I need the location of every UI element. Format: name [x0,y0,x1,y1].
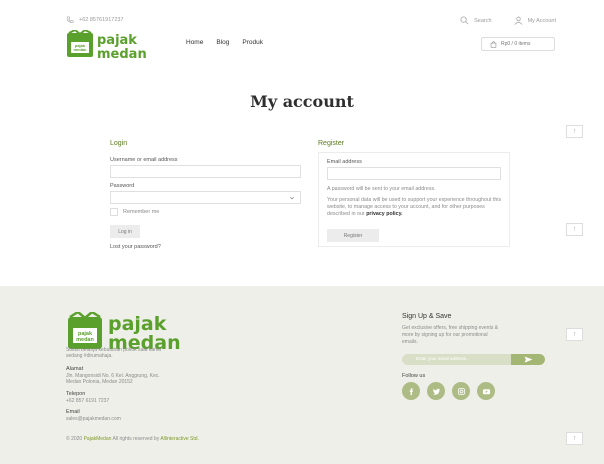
password-note: A password will be sent to your email ad… [327,186,436,192]
user-icon [514,16,522,25]
nav-blog[interactable]: Blog [216,39,229,46]
instagram-button[interactable] [452,382,470,400]
password-label: Password [110,183,135,189]
footer-phone[interactable]: +62 857 6191 7237 [66,398,109,405]
address-line-2: Medan Polonia, Medan 20152 [66,379,133,385]
newsletter-email-input[interactable]: Enter your email address... [416,356,470,361]
copyright: © 2020 PajakMedan All rights reserved by… [66,436,199,442]
copyright-prefix: © 2020 [66,436,83,442]
register-title: Register [318,140,345,147]
scroll-top-button[interactable]: ↑ [566,432,583,445]
privacy-notice: Your personal data will be used to suppo… [327,197,505,218]
email-label: Email address [327,159,362,165]
send-icon [524,356,532,363]
signup-title: Sign Up & Save [402,313,452,320]
youtube-button[interactable] [477,382,495,400]
phone-heading: Telepon [66,391,86,397]
arrow-up-icon: ↑ [572,226,577,233]
basket-icon: pajak medan [67,30,93,57]
top-bar: +62 85761917237 Search My Account [0,0,604,28]
chevron-down-icon[interactable] [289,195,295,201]
password-input[interactable] [110,191,301,204]
arrow-up-icon: ↑ [572,435,577,442]
footer-tagline-line-2: sedang #dirumahaja. [66,353,113,359]
follow-heading: Follow us [402,373,426,379]
twitter-button[interactable] [427,382,445,400]
arrow-up-icon: ↑ [572,331,577,338]
nav-home[interactable]: Home [186,39,203,46]
instagram-icon [457,387,465,395]
logo-word-pajak: pajak [97,33,137,48]
signup-text-line-2: more by signing up for our promotional [402,332,488,338]
lost-password-link[interactable]: Lost your password? [110,244,161,250]
scroll-top-button[interactable]: ↑ [566,328,583,341]
page-title: My account [250,92,354,111]
facebook-icon [409,387,413,395]
main-nav: Home Blog Produk [186,39,263,46]
username-input[interactable] [110,165,301,178]
copyright-company-link[interactable]: Allinteractive Std. [160,436,199,442]
cart-button[interactable]: Rp0 / 0 items [481,37,555,51]
my-account-link[interactable]: My Account [514,16,556,25]
username-label: Username or email address [110,157,178,163]
cart-label: Rp0 / 0 items [501,41,531,47]
logo-word-medan: medan [97,47,147,60]
search-label: Search [474,17,492,24]
footer-brand-logo[interactable]: pajak medan pajak medan [66,312,226,352]
newsletter-form: Enter your email address... [402,354,545,365]
phone-icon [66,16,74,23]
search-icon [460,16,469,25]
my-account-label: My Account [527,17,556,24]
basket-icon: pajak medan [68,312,102,349]
email-heading: Email [66,409,80,415]
address-heading: Alamat [66,366,84,372]
search-link[interactable]: Search [460,16,492,25]
brand-logo[interactable]: pajak medan pajak medan [66,30,176,60]
svg-text:medan: medan [74,47,87,52]
svg-text:medan: medan [76,337,94,343]
privacy-policy-link[interactable]: privacy policy. [366,211,402,217]
remember-me-checkbox[interactable] [110,208,118,216]
copyright-brand-link[interactable]: PajakMedan [84,436,112,442]
bag-icon [490,40,497,48]
arrow-up-icon: ↑ [572,128,577,135]
signup-text-line-3: emails. [402,339,418,345]
register-email-input[interactable] [327,167,501,180]
scroll-top-button[interactable]: ↑ [566,223,583,236]
scroll-top-button[interactable]: ↑ [566,125,583,138]
login-button[interactable]: Log in [110,225,140,238]
register-button[interactable]: Register [327,229,379,242]
remember-me-label: Remember me [123,209,160,215]
phone-contact[interactable]: +62 85761917237 [66,16,124,24]
youtube-icon [482,388,490,394]
privacy-text: Your personal data will be used to suppo… [327,197,502,217]
footer-email[interactable]: sales@pajakmedan.com [66,416,121,423]
phone-number: +62 85761917237 [79,17,124,23]
copyright-text: All rights reserved by [112,436,160,442]
nav-produk[interactable]: Produk [242,39,263,46]
facebook-button[interactable] [402,382,420,400]
newsletter-submit-button[interactable] [511,354,545,365]
twitter-icon [432,388,440,395]
login-title: Login [110,140,128,147]
signup-text-line-1: Get exclusive offers, free shipping even… [402,325,499,331]
